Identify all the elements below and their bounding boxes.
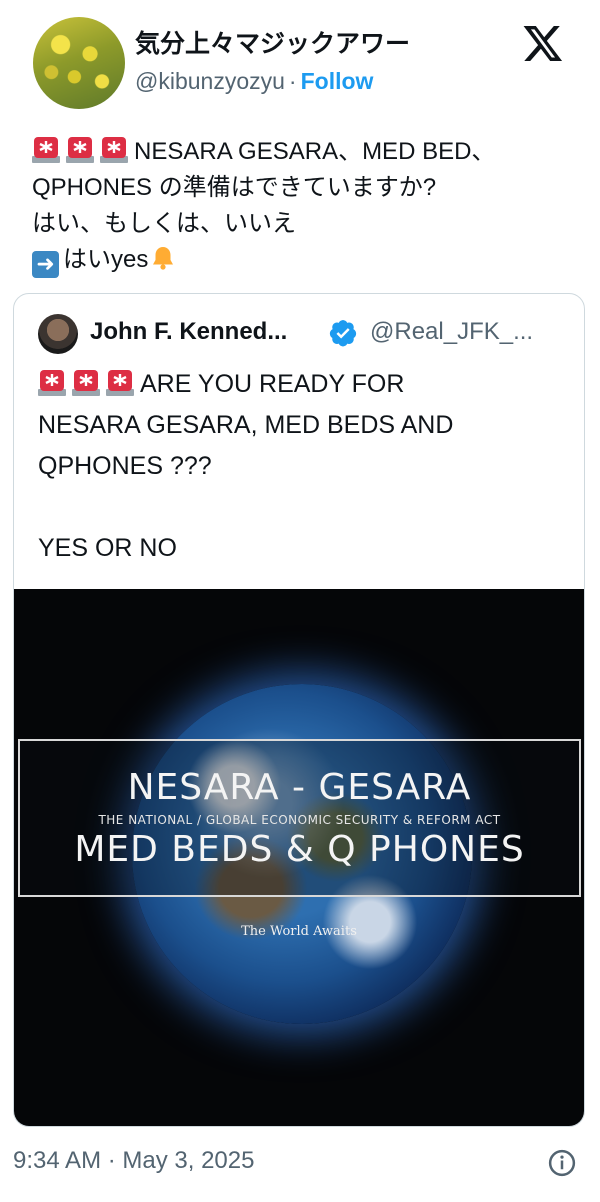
tweet-line-4: ➜ はいyes xyxy=(32,242,582,278)
quoted-author-name[interactable]: John F. Kenned... xyxy=(90,318,287,346)
siren-icon xyxy=(38,370,66,396)
media-title-banner: NESARA - GESARA THE NATIONAL / GLOBAL EC… xyxy=(18,739,581,897)
siren-icon xyxy=(106,370,134,396)
quoted-line-5: YES OR NO xyxy=(38,534,177,562)
tweet-line-1-text: NESARA GESARA、MED BED、 xyxy=(134,138,496,165)
quoted-tweet[interactable]: John F. Kenned... @Real_JFK_... ARE YOU … xyxy=(13,293,585,1127)
tweet-line-4-text: はいyes xyxy=(63,246,149,273)
tweet-card: 気分上々マジックアワー @kibunzyozyu · Follow NESARA G… xyxy=(0,0,600,292)
x-logo-icon[interactable] xyxy=(522,22,564,64)
quoted-line-1: ARE YOU READY FOR xyxy=(38,364,558,405)
quoted-tweet-text: ARE YOU READY FOR NESARA GESARA, MED BED… xyxy=(38,364,558,569)
siren-icon xyxy=(32,137,60,163)
arrow-right-icon: ➜ xyxy=(32,251,59,278)
siren-icon-group xyxy=(38,370,140,398)
separator-dot: · xyxy=(288,68,297,94)
siren-icon xyxy=(72,370,100,396)
author-avatar[interactable] xyxy=(33,17,125,109)
bell-icon xyxy=(153,247,174,270)
siren-icon-group xyxy=(32,137,134,165)
author-display-name[interactable]: 気分上々マジックアワー xyxy=(135,24,410,60)
quoted-author-avatar[interactable] xyxy=(38,314,78,354)
tweet-line-2: QPHONES の準備はできていますか? xyxy=(32,174,437,201)
media-tagline: The World Awaits xyxy=(241,924,357,939)
tweet-timestamp[interactable]: 9:34 AM · May 3, 2025 xyxy=(13,1147,254,1175)
quoted-line-1-text: ARE YOU READY FOR xyxy=(140,370,405,398)
info-icon[interactable] xyxy=(547,1148,577,1178)
author-handle-row: @kibunzyozyu · Follow xyxy=(135,68,373,95)
quoted-line-2: NESARA GESARA, MED BEDS AND xyxy=(38,411,454,439)
author-handle[interactable]: @kibunzyozyu xyxy=(135,68,285,94)
quoted-line-3: QPHONES ??? xyxy=(38,452,212,480)
siren-icon xyxy=(100,137,128,163)
quoted-media-image[interactable]: NESARA - GESARA THE NATIONAL / GLOBAL EC… xyxy=(14,589,584,1126)
tweet-text: NESARA GESARA、MED BED、 QPHONES の準備はできていま… xyxy=(32,134,582,278)
verified-badge-icon xyxy=(329,320,357,347)
media-subtitle: THE NATIONAL / GLOBAL ECONOMIC SECURITY … xyxy=(98,813,501,827)
quoted-line-4 xyxy=(38,487,558,528)
follow-button[interactable]: Follow xyxy=(301,68,374,94)
siren-icon xyxy=(66,137,94,163)
tweet-line-3: はい、もしくは、いいえ xyxy=(32,210,296,237)
media-title: NESARA - GESARA xyxy=(127,767,472,808)
tweet-line-1: NESARA GESARA、MED BED、 xyxy=(32,134,582,170)
media-title-2: MED BEDS & Q PHONES xyxy=(74,829,525,870)
quoted-author-handle[interactable]: @Real_JFK_... xyxy=(370,318,533,346)
